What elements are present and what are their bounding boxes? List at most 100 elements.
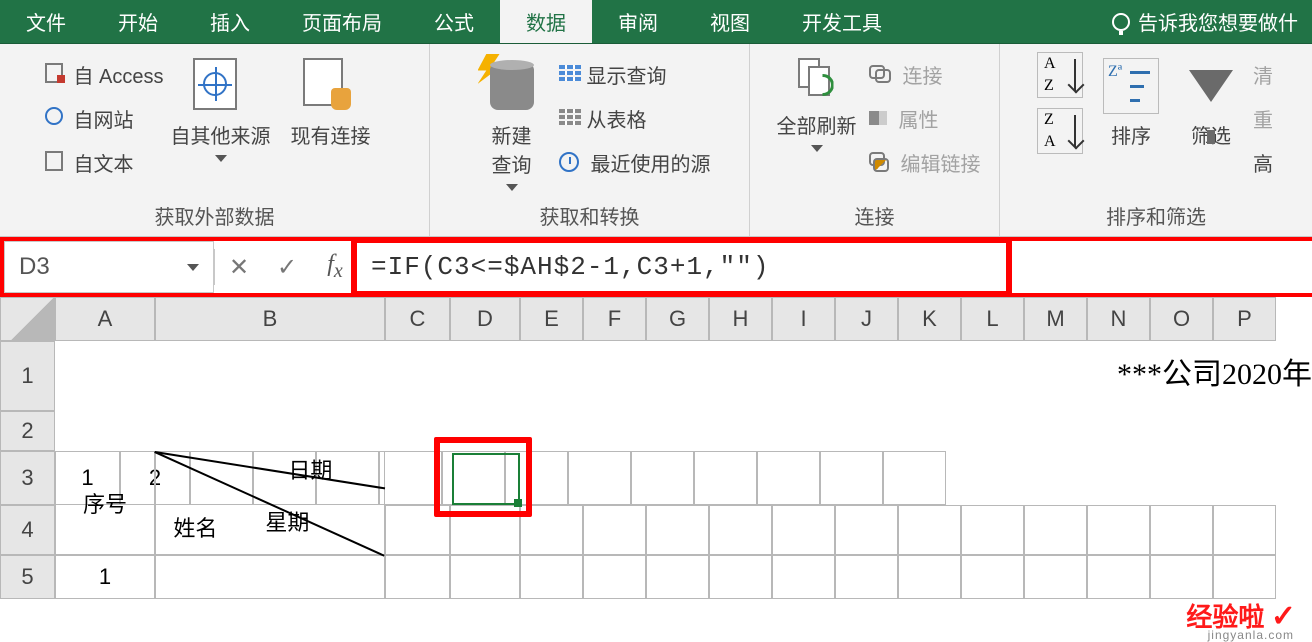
cell-K4[interactable] [898, 505, 961, 555]
row-header-3[interactable]: 3 [0, 451, 55, 505]
cell-P3[interactable] [883, 451, 946, 505]
cell-G4[interactable] [646, 505, 709, 555]
cell-J4[interactable] [835, 505, 898, 555]
col-header-F[interactable]: F [583, 297, 646, 341]
tab-review[interactable]: 审阅 [592, 0, 684, 43]
cell-I3[interactable] [442, 451, 505, 505]
existing-connections[interactable]: 现有连接 [276, 52, 386, 149]
cell-N2[interactable] [1087, 411, 1150, 451]
tab-home[interactable]: 开始 [92, 0, 184, 43]
tab-dev[interactable]: 开发工具 [776, 0, 908, 43]
tab-insert[interactable]: 插入 [184, 0, 276, 43]
col-header-N[interactable]: N [1087, 297, 1150, 341]
sort-descending[interactable]: ZA [1037, 108, 1083, 154]
show-queries[interactable]: 显示查询 [557, 52, 713, 96]
cell-A3[interactable]: 序号 [55, 451, 155, 555]
cell-L3[interactable] [631, 451, 694, 505]
col-header-H[interactable]: H [709, 297, 772, 341]
cell-C5[interactable] [385, 555, 450, 599]
cell-O2[interactable] [1150, 411, 1213, 451]
from-other[interactable]: 自其他来源 [166, 52, 276, 162]
cell-D2[interactable] [450, 411, 520, 451]
connections[interactable]: 连接 [867, 52, 983, 96]
insert-function[interactable]: fx [311, 245, 359, 289]
cell-L4[interactable] [961, 505, 1024, 555]
cell-H4[interactable] [709, 505, 772, 555]
recent-sources[interactable]: 最近使用的源 [557, 140, 713, 184]
row-header-4[interactable]: 4 [0, 505, 55, 555]
filter[interactable]: 筛选 [1171, 52, 1251, 149]
cell-A1[interactable] [55, 341, 155, 411]
cell-D4[interactable] [450, 505, 520, 555]
cell-G5[interactable] [646, 555, 709, 599]
from-table[interactable]: 从表格 [557, 96, 713, 140]
grid[interactable]: ABCDEFGHIJKLMNOP 序号121 ***公司2020年 日期星期姓名 [55, 297, 1312, 599]
row-header-2[interactable]: 2 [0, 411, 55, 451]
cell-F4[interactable] [583, 505, 646, 555]
col-header-K[interactable]: K [898, 297, 961, 341]
cell-E5[interactable] [520, 555, 583, 599]
cell-C4[interactable] [385, 505, 450, 555]
cell-D5[interactable] [450, 555, 520, 599]
col-header-L[interactable]: L [961, 297, 1024, 341]
cell-L1[interactable] [961, 341, 1024, 411]
cell-B1[interactable] [155, 341, 385, 411]
cell-I2[interactable] [772, 411, 835, 451]
cell-B5[interactable] [155, 555, 385, 599]
cell-I4[interactable] [772, 505, 835, 555]
cell-M2[interactable] [1024, 411, 1087, 451]
cell-N5[interactable] [1087, 555, 1150, 599]
cell-J3[interactable] [505, 451, 568, 505]
tab-view[interactable]: 视图 [684, 0, 776, 43]
col-header-B[interactable]: B [155, 297, 385, 341]
cell-H1[interactable] [709, 341, 772, 411]
from-web[interactable]: 自网站 [43, 96, 165, 140]
row-header-1[interactable]: 1 [0, 341, 55, 411]
advanced-filter[interactable]: 高 [1251, 140, 1275, 184]
formula-input[interactable]: =IF(C3<=$AH$2-1,C3+1,"") [359, 252, 1312, 282]
select-all-corner[interactable] [0, 297, 55, 341]
cell-M5[interactable] [1024, 555, 1087, 599]
cell-I1[interactable] [772, 341, 835, 411]
refresh-all[interactable]: 全部刷新 [767, 52, 867, 152]
cell-E4[interactable] [520, 505, 583, 555]
cell-F5[interactable] [583, 555, 646, 599]
cell-B2[interactable] [155, 411, 385, 451]
tab-data[interactable]: 数据 [500, 0, 592, 43]
tab-formula[interactable]: 公式 [408, 0, 500, 43]
tell-me[interactable]: 告诉我您想要做什 [1098, 0, 1312, 43]
cell-H2[interactable] [709, 411, 772, 451]
cell-K2[interactable] [898, 411, 961, 451]
cell-D1[interactable] [450, 341, 520, 411]
row-header-5[interactable]: 5 [0, 555, 55, 599]
col-header-P[interactable]: P [1213, 297, 1276, 341]
cell-L5[interactable] [961, 555, 1024, 599]
cell-O3[interactable] [820, 451, 883, 505]
col-header-J[interactable]: J [835, 297, 898, 341]
col-header-I[interactable]: I [772, 297, 835, 341]
cell-P5[interactable] [1213, 555, 1276, 599]
cancel-formula[interactable]: ✕ [215, 245, 263, 289]
cell-K1[interactable] [898, 341, 961, 411]
cell-N4[interactable] [1087, 505, 1150, 555]
cell-H5[interactable] [709, 555, 772, 599]
tab-layout[interactable]: 页面布局 [276, 0, 408, 43]
from-access[interactable]: 自 Access [43, 52, 165, 96]
enter-formula[interactable]: ✓ [263, 245, 311, 289]
cell-G2[interactable] [646, 411, 709, 451]
cell-H3[interactable] [379, 451, 442, 505]
col-header-M[interactable]: M [1024, 297, 1087, 341]
name-box[interactable]: D3 [4, 241, 214, 293]
col-header-A[interactable]: A [55, 297, 155, 341]
cell-M4[interactable] [1024, 505, 1087, 555]
cell-C1[interactable] [385, 341, 450, 411]
cell-F1[interactable] [583, 341, 646, 411]
cell-P2[interactable] [1213, 411, 1276, 451]
col-header-D[interactable]: D [450, 297, 520, 341]
cell-J5[interactable] [835, 555, 898, 599]
sort-ascending[interactable]: AZ [1037, 52, 1083, 98]
cell-I5[interactable] [772, 555, 835, 599]
cell-K3[interactable] [568, 451, 631, 505]
cell-M1[interactable] [1024, 341, 1087, 411]
cell-G1[interactable] [646, 341, 709, 411]
